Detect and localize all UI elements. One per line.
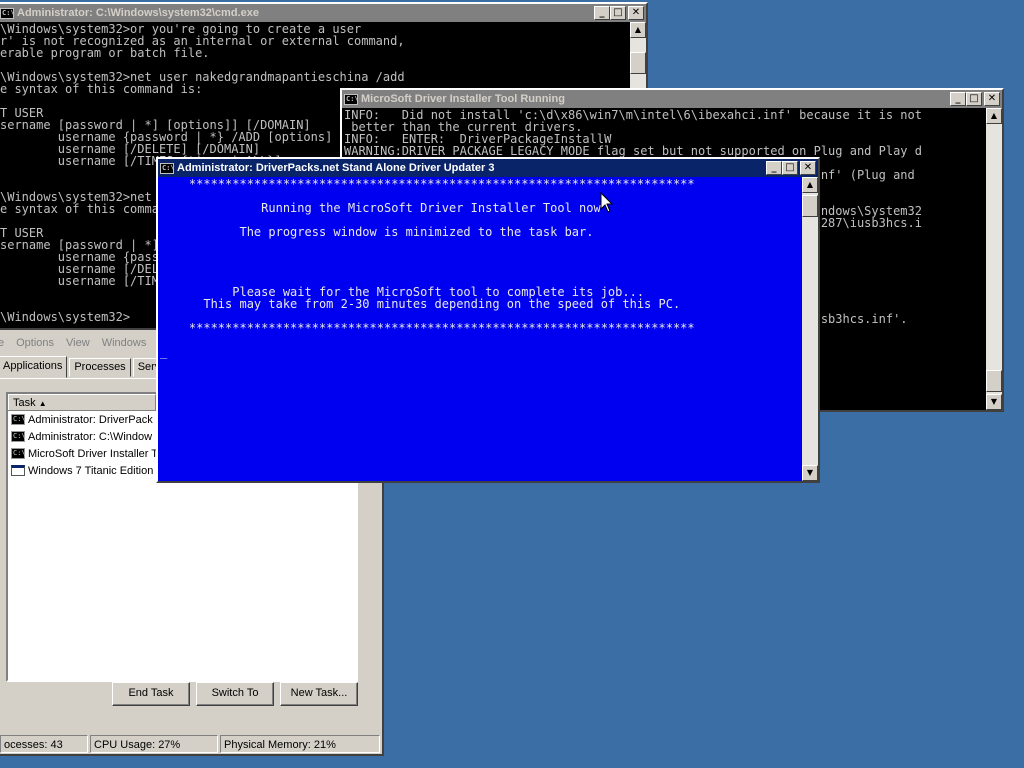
scroll-up-arrow-icon[interactable]: ▲ [630, 22, 646, 38]
close-button[interactable]: ✕ [628, 6, 644, 20]
scroll-thumb[interactable] [986, 370, 1002, 392]
cmd-icon: C:\ [11, 414, 26, 425]
close-button[interactable]: ✕ [984, 92, 1000, 106]
cmd-titlebar[interactable]: C:\ Administrator: C:\Windows\system32\c… [0, 4, 646, 22]
driverpacks-titlebar[interactable]: C:\ Administrator: DriverPacks.net Stand… [158, 159, 818, 177]
task-label: Administrator: DriverPack [28, 413, 153, 426]
scroll-up-arrow-icon[interactable]: ▲ [802, 177, 818, 193]
installer-scrollbar[interactable]: ▲ ▼ [986, 108, 1002, 410]
task-manager-tabs: Applications Processes Servic [0, 356, 175, 378]
cmd-icon: C:\ [11, 448, 26, 459]
menu-windows[interactable]: Windows [102, 337, 147, 349]
mouse-cursor-icon [600, 192, 614, 213]
window-title: MicroSoft Driver Installer Tool Running [361, 93, 565, 105]
task-label: MicroSoft Driver Installer T [28, 447, 158, 460]
cpu-usage: CPU Usage: 27% [90, 735, 218, 753]
console-line: _ [160, 345, 168, 359]
scroll-thumb[interactable] [802, 195, 818, 217]
scroll-thumb[interactable] [630, 52, 646, 74]
new-task-button[interactable]: New Task... [280, 682, 358, 706]
cmd-icon: C:\ [344, 93, 359, 105]
driverpacks-window: C:\ Administrator: DriverPacks.net Stand… [156, 157, 820, 483]
scroll-up-arrow-icon[interactable]: ▲ [986, 108, 1002, 124]
minimize-button[interactable]: _ [766, 161, 782, 175]
task-column-header[interactable]: Task ▲ [8, 394, 156, 410]
app-window-icon [11, 465, 25, 476]
tab-processes[interactable]: Processes [69, 358, 131, 377]
window-title: Administrator: C:\Windows\system32\cmd.e… [17, 7, 259, 19]
maximize-button[interactable]: □ [610, 6, 626, 20]
task-manager-menu: e Options View Windows [0, 334, 146, 352]
installer-titlebar[interactable]: C:\ MicroSoft Driver Installer Tool Runn… [342, 90, 1002, 108]
minimize-button[interactable]: _ [950, 92, 966, 106]
driverpacks-console-output[interactable]: ****************************************… [158, 177, 802, 481]
end-task-button[interactable]: End Task [112, 682, 190, 706]
minimize-button[interactable]: _ [594, 6, 610, 20]
cmd-icon: C:\ [160, 162, 175, 174]
console-line: Running the MicroSoft Driver Installer T… [160, 201, 601, 215]
console-line: This may take from 2-30 minutes dependin… [160, 297, 681, 311]
driverpacks-scrollbar[interactable]: ▲ ▼ [802, 177, 818, 481]
maximize-button[interactable]: □ [782, 161, 798, 175]
cmd-icon: C:\ [0, 7, 15, 19]
console-line: The progress window is minimized to the … [160, 225, 594, 239]
close-button[interactable]: ✕ [800, 161, 816, 175]
tab-applications[interactable]: Applications [0, 356, 68, 378]
console-line: erable program or batch file. [0, 46, 210, 60]
switch-to-button[interactable]: Switch To [196, 682, 274, 706]
window-title: Administrator: DriverPacks.net Stand Alo… [177, 162, 495, 174]
menu-view[interactable]: View [66, 337, 90, 349]
scroll-down-arrow-icon[interactable]: ▼ [986, 394, 1002, 410]
status-bar: ocesses: 43 CPU Usage: 27% Physical Memo… [0, 734, 382, 754]
menu-options[interactable]: Options [16, 337, 54, 349]
console-line: ****************************************… [160, 177, 695, 191]
console-line: ****************************************… [160, 321, 695, 335]
menu-file[interactable]: e [0, 337, 4, 349]
scroll-down-arrow-icon[interactable]: ▼ [802, 465, 818, 481]
task-label: Windows 7 Titanic Edition [28, 464, 154, 477]
physical-memory: Physical Memory: 21% [220, 735, 380, 753]
cmd-icon: C:\ [11, 431, 26, 442]
process-count: ocesses: 43 [0, 735, 88, 753]
maximize-button[interactable]: □ [966, 92, 982, 106]
task-label: Administrator: C:\Window [28, 430, 153, 443]
